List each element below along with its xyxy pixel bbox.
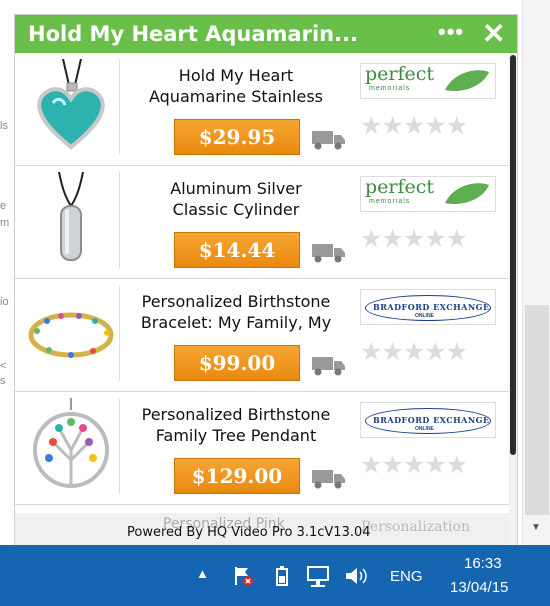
product-image-family-tree-pendant[interactable]	[23, 398, 120, 494]
truck-icon	[312, 129, 346, 156]
powered-by-text: Powered By HQ Video Pro 3.1cV13.04	[127, 525, 371, 540]
input-language-indicator[interactable]: ENG	[390, 568, 423, 585]
background-scrollbar-thumb[interactable]	[525, 305, 549, 515]
truck-icon	[312, 242, 346, 269]
popup-scrollbar[interactable]	[509, 53, 517, 546]
clock-time[interactable]: 16:33	[464, 555, 502, 572]
product-name[interactable]: Hold My Heart Aquamarine Stainless	[131, 65, 341, 107]
partial-vendor-logo[interactable]: Personalization	[361, 519, 470, 535]
background-text: io	[0, 296, 9, 308]
product-image-birthstone-bracelet[interactable]	[23, 285, 120, 381]
rating-stars: ★★★★★	[360, 225, 468, 253]
scroll-down-arrow-icon[interactable]: ▼	[531, 522, 541, 533]
rating-stars: ★★★★★	[360, 451, 468, 479]
popup-title: Hold My Heart Aquamarin...	[28, 22, 359, 46]
background-text: m	[0, 217, 10, 229]
product-item[interactable]: Hold My Heart Aquamarine Stainless $29.95…	[15, 53, 509, 166]
price-button[interactable]: $99.00	[174, 345, 300, 381]
close-icon[interactable]: ✕	[482, 17, 505, 50]
product-name[interactable]: Aluminum Silver Classic Cylinder	[131, 178, 341, 220]
product-name[interactable]: Personalized Birthstone Family Tree Penda…	[131, 404, 341, 446]
price-button[interactable]: $14.44	[174, 232, 300, 268]
background-text: s	[0, 375, 6, 387]
product-name[interactable]: Personalized Birthstone Bracelet: My Fami…	[131, 291, 341, 333]
network-icon[interactable]	[306, 565, 332, 592]
product-item[interactable]: Personalized Birthstone Family Tree Penda…	[15, 392, 509, 505]
vendor-logo-bradford-exchange[interactable]: BRADFORD EXCHANGE ONLINE	[360, 402, 496, 438]
background-text: e	[0, 200, 7, 212]
product-image-cylinder-pendant[interactable]	[23, 171, 120, 268]
background-scrollbar[interactable]: ▼	[522, 0, 550, 545]
vendor-logo-perfect-memorials[interactable]: perfect memorials	[360, 63, 496, 99]
rating-stars: ★★★★★	[360, 338, 468, 366]
popup-title-bar: Hold My Heart Aquamarin... ••• ✕	[15, 15, 517, 53]
show-hidden-icons-icon[interactable]: ▲	[196, 566, 209, 581]
power-icon[interactable]	[272, 565, 292, 592]
popup-scrollbar-thumb[interactable]	[510, 55, 516, 455]
background-text: ls	[0, 120, 8, 132]
ad-popup: Hold My Heart Aquamarin... ••• ✕ Hold My…	[14, 14, 518, 547]
rating-stars: ★★★★★	[360, 112, 468, 140]
clock-date[interactable]: 13/04/15	[450, 579, 508, 596]
vendor-logo-perfect-memorials[interactable]: perfect memorials	[360, 176, 496, 212]
truck-icon	[312, 355, 346, 382]
price-button[interactable]: $29.95	[174, 119, 300, 155]
price-button[interactable]: $129.00	[174, 458, 300, 494]
taskbar: ▲ ENG 16:33 13/04/15	[0, 545, 550, 606]
vendor-logo-bradford-exchange[interactable]: BRADFORD EXCHANGE ONLINE	[360, 289, 496, 325]
product-item[interactable]: Aluminum Silver Classic Cylinder $14.44 p…	[15, 166, 509, 279]
truck-icon	[312, 468, 346, 495]
product-item[interactable]: Personalized Birthstone Bracelet: My Fami…	[15, 279, 509, 392]
ellipsis-icon[interactable]: •••	[438, 19, 464, 45]
background-text: <	[0, 360, 7, 372]
action-center-flag-icon[interactable]	[232, 565, 254, 592]
volume-icon[interactable]	[344, 565, 370, 592]
product-image-heart-pendant[interactable]	[23, 58, 120, 155]
